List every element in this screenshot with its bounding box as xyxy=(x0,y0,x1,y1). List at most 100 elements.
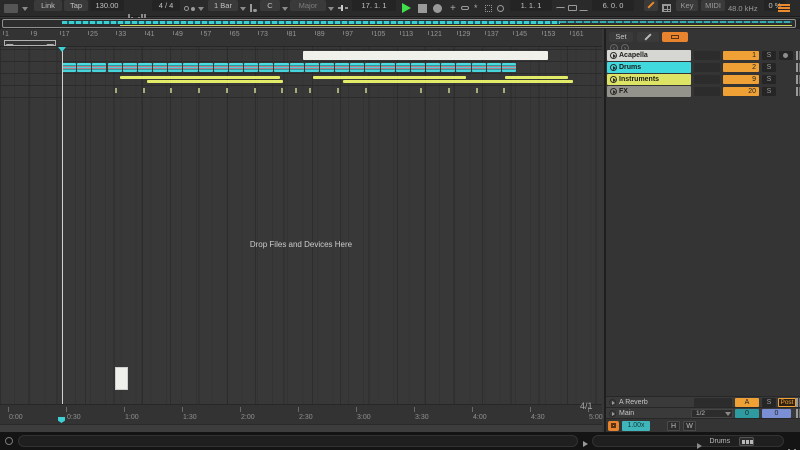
drums-clip-segment[interactable] xyxy=(244,63,259,72)
fold-icon[interactable] xyxy=(610,52,617,59)
capture-midi-icon[interactable] xyxy=(497,5,504,12)
drums-clip-segment[interactable] xyxy=(107,63,122,72)
scale-icon[interactable] xyxy=(250,4,252,12)
track-activator-button[interactable]: 2 xyxy=(723,63,759,72)
fx-clip-tick[interactable] xyxy=(295,88,297,93)
fx-clip-tick[interactable] xyxy=(309,88,311,93)
track-name-cell[interactable]: Instruments xyxy=(607,74,691,85)
drums-clip-segment[interactable] xyxy=(274,63,289,72)
fx-clip-tick[interactable] xyxy=(337,88,339,93)
drums-clip-segment[interactable] xyxy=(62,63,77,72)
acapella-clip[interactable] xyxy=(303,51,548,60)
track-header-row[interactable]: Acapella 1 S xyxy=(606,50,800,62)
fx-clip-tick[interactable] xyxy=(503,88,505,93)
selection-box-icon[interactable] xyxy=(485,5,492,12)
horizontal-scrollbar[interactable] xyxy=(0,424,602,432)
drums-clip-segment[interactable] xyxy=(471,63,486,72)
automation-mode-icon[interactable] xyxy=(461,6,469,10)
solo-button[interactable]: S xyxy=(762,63,776,72)
fx-clip-tick[interactable] xyxy=(254,88,256,93)
track-header-row[interactable]: Drums 2 S xyxy=(606,62,800,74)
punch-in-icon[interactable] xyxy=(556,7,565,10)
drums-clip-segment[interactable] xyxy=(501,63,517,72)
output-meter-icon[interactable] xyxy=(788,438,797,450)
drums-clip-segment[interactable] xyxy=(304,63,319,72)
time-signature-field[interactable]: 4 / 4 xyxy=(152,0,180,11)
drums-clip-segment[interactable] xyxy=(198,63,213,72)
pad-overview-icon[interactable] xyxy=(608,421,619,431)
metronome-icon[interactable] xyxy=(184,6,189,11)
return-io-cell[interactable] xyxy=(694,398,732,407)
scale-root-caret-icon[interactable] xyxy=(282,7,288,11)
drums-clip-segment[interactable] xyxy=(92,63,107,72)
loop-start-field[interactable]: 1. 1. 1 xyxy=(510,0,552,11)
track-io-cell[interactable] xyxy=(694,51,720,60)
main-volume-field[interactable]: 0 xyxy=(762,409,791,418)
drums-clip-segment[interactable] xyxy=(486,63,501,72)
return-track-row[interactable]: A Reverb A S Post xyxy=(606,396,800,407)
track-header-row[interactable]: FX 20 S xyxy=(606,86,800,98)
fx-clip-tick[interactable] xyxy=(476,88,478,93)
fx-clip-tick[interactable] xyxy=(365,88,367,93)
track-io-cell[interactable] xyxy=(694,75,720,84)
drums-clip-segment[interactable] xyxy=(319,63,335,72)
instruments-clip[interactable] xyxy=(120,75,280,79)
drums-clip-segment[interactable] xyxy=(456,63,471,72)
arrangement-position-field[interactable]: 17. 1. 1 xyxy=(352,0,396,11)
scale-root-menu[interactable]: C xyxy=(260,0,280,11)
optimize-width-button[interactable]: W xyxy=(683,421,696,431)
info-circle-icon[interactable] xyxy=(5,437,13,445)
drums-clip-segment[interactable] xyxy=(259,63,274,72)
quantize-caret-icon[interactable] xyxy=(240,7,246,11)
link-button[interactable]: Link xyxy=(34,0,62,11)
track-activator-button[interactable]: 1 xyxy=(723,51,759,60)
metronome-dot-icon[interactable] xyxy=(191,7,195,11)
key-map-button[interactable]: Key xyxy=(676,0,698,11)
drums-clip-segment[interactable] xyxy=(350,63,365,72)
arm-button[interactable] xyxy=(779,51,793,60)
fx-clip-tick[interactable] xyxy=(448,88,450,93)
optimize-height-button[interactable]: H xyxy=(667,421,680,431)
playhead-marker-icon[interactable] xyxy=(58,47,66,52)
fx-clip-tick[interactable] xyxy=(281,88,283,93)
track-io-cell[interactable] xyxy=(694,87,720,96)
drums-clip-segment[interactable] xyxy=(77,63,92,72)
fold-icon[interactable] xyxy=(610,88,617,95)
fx-clip-tick[interactable] xyxy=(420,88,422,93)
metronome-caret-icon[interactable] xyxy=(198,7,204,11)
drums-clip-segment[interactable] xyxy=(426,63,441,72)
scale-name-caret-icon[interactable] xyxy=(328,7,334,11)
track-header-row[interactable]: Instruments 9 S xyxy=(606,74,800,86)
drums-clip-segment[interactable] xyxy=(410,63,426,72)
arrangement-overview[interactable] xyxy=(0,18,800,29)
crossfade-caret-icon[interactable] xyxy=(725,412,731,416)
fx-clip-tick[interactable] xyxy=(226,88,228,93)
drums-clip-segment[interactable] xyxy=(441,63,456,72)
tempo-field[interactable]: 130.00 xyxy=(90,0,124,11)
track-activator-button[interactable]: 9 xyxy=(723,75,759,84)
device-chain-field[interactable]: Drums xyxy=(592,435,784,449)
arrangement-area[interactable]: Drop Files and Devices Here xyxy=(0,47,602,404)
post-toggle-button[interactable]: Post xyxy=(778,398,796,407)
track-name-cell[interactable]: FX xyxy=(607,86,691,97)
track-name-cell[interactable]: Drums xyxy=(607,62,691,73)
beat-time-ruler[interactable]: 1 9 17 25 33 41 49 57 65 73 81 89 97 105 113 121 129 137 1… xyxy=(0,29,602,47)
send-a-button[interactable]: A xyxy=(735,398,759,407)
playhead-bottom-marker-icon[interactable] xyxy=(58,417,65,423)
fold-icon[interactable] xyxy=(610,64,617,71)
hamburger-menu-icon[interactable] xyxy=(778,4,790,13)
track-name-cell[interactable]: Acapella xyxy=(607,50,691,61)
drums-clip-segment[interactable] xyxy=(168,63,183,72)
control-surface-icon[interactable] xyxy=(4,4,18,13)
drums-clip-segment[interactable] xyxy=(395,63,410,72)
track-activator-button[interactable]: 20 xyxy=(723,87,759,96)
solo-button[interactable]: S xyxy=(762,398,776,407)
loop-length-field[interactable]: 6. 0. 0 xyxy=(592,0,634,11)
add-locator-icon[interactable]: + xyxy=(450,3,456,14)
track-io-cell[interactable] xyxy=(694,63,720,72)
fx-clip-tick[interactable] xyxy=(198,88,200,93)
drums-clip-segment[interactable] xyxy=(153,63,168,72)
drums-clip-segment[interactable] xyxy=(213,63,228,72)
fx-clip-tick[interactable] xyxy=(143,88,145,93)
solo-button[interactable]: S xyxy=(762,75,776,84)
